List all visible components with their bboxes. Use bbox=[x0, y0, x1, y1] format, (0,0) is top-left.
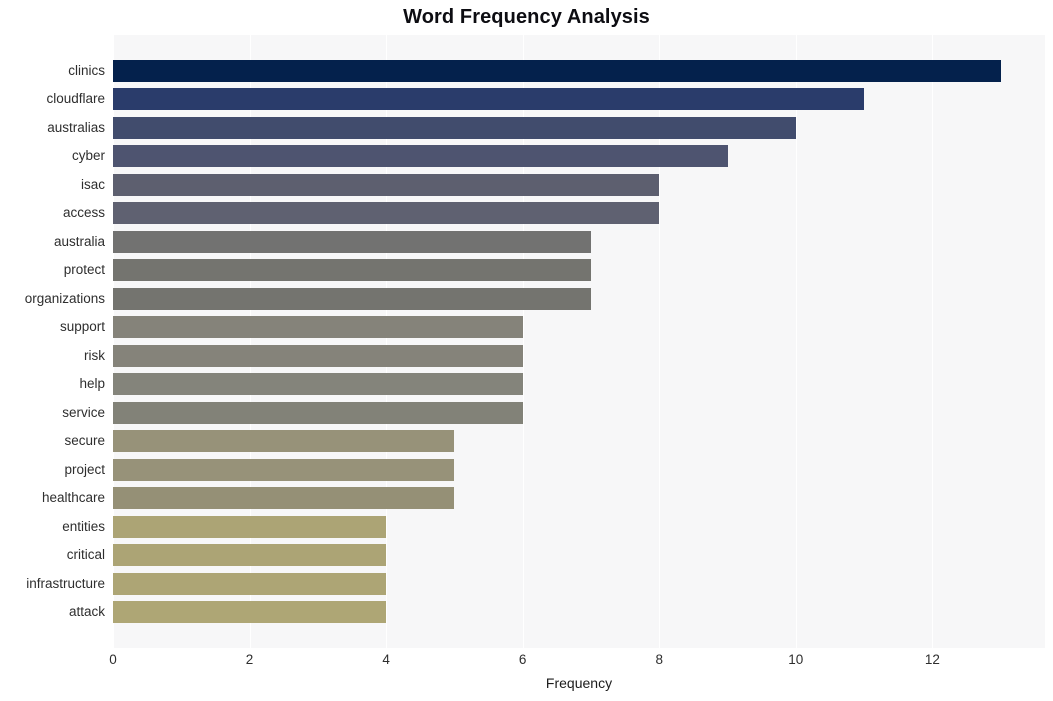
bar-row bbox=[113, 427, 1045, 456]
y-tick-label-project: project bbox=[64, 461, 105, 477]
bar-row bbox=[113, 513, 1045, 542]
x-tick-label-10: 10 bbox=[788, 652, 804, 667]
y-tick-label-cloudflare: cloudflare bbox=[46, 91, 105, 107]
y-tick-label-secure: secure bbox=[64, 433, 105, 449]
bar-service bbox=[113, 401, 523, 424]
bars-layer bbox=[113, 35, 1045, 648]
bar-infrastructure bbox=[113, 572, 387, 595]
bar-row bbox=[113, 199, 1045, 228]
bar-row bbox=[113, 541, 1045, 570]
y-axis-tick-labels: clinics cloudflare australias cyber isac acce… bbox=[0, 35, 105, 648]
bar-row bbox=[113, 256, 1045, 285]
y-tick-label-access: access bbox=[62, 205, 105, 221]
x-tick-label-12: 12 bbox=[924, 652, 940, 667]
y-tick-label-cyber: cyber bbox=[71, 148, 105, 164]
y-tick-label-help: help bbox=[79, 376, 105, 392]
word-frequency-chart: Word Frequency Analysis clinics cloudflar… bbox=[0, 0, 1053, 701]
y-tick-label-australia: australia bbox=[53, 233, 105, 249]
y-tick-label-australias: australias bbox=[47, 119, 105, 135]
bar-clinics bbox=[113, 59, 1001, 82]
bar-australia bbox=[113, 230, 591, 253]
y-tick-label-isac: isac bbox=[80, 176, 105, 192]
bar-access bbox=[113, 202, 660, 225]
x-tick-label-8: 8 bbox=[655, 652, 663, 667]
bar-row bbox=[113, 598, 1045, 627]
bar-help bbox=[113, 373, 523, 396]
y-tick-label-attack: attack bbox=[68, 604, 105, 620]
bar-row bbox=[113, 170, 1045, 199]
bar-row bbox=[113, 399, 1045, 428]
y-tick-label-service: service bbox=[62, 404, 105, 420]
plot-area bbox=[113, 35, 1045, 648]
y-tick-label-support: support bbox=[59, 319, 105, 335]
bar-australias bbox=[113, 116, 796, 139]
bar-row bbox=[113, 342, 1045, 371]
y-tick-label-organizations: organizations bbox=[24, 290, 105, 306]
x-axis-tick-labels: 0 2 4 6 8 10 12 bbox=[109, 652, 1045, 672]
bar-row bbox=[113, 313, 1045, 342]
bar-row bbox=[113, 85, 1045, 114]
bar-cloudflare bbox=[113, 88, 865, 111]
bar-cyber bbox=[113, 145, 728, 168]
bar-row bbox=[113, 284, 1045, 313]
y-tick-label-risk: risk bbox=[84, 347, 105, 363]
bar-row bbox=[113, 484, 1045, 513]
chart-title: Word Frequency Analysis bbox=[403, 6, 650, 28]
x-tick-label-0: 0 bbox=[109, 652, 117, 667]
bar-row bbox=[113, 113, 1045, 142]
y-tick-label-infrastructure: infrastructure bbox=[26, 575, 105, 591]
x-tick-label-6: 6 bbox=[518, 652, 527, 667]
bar-row bbox=[113, 142, 1045, 171]
bar-row bbox=[113, 227, 1045, 256]
x-tick-label-2: 2 bbox=[245, 652, 254, 667]
bar-risk bbox=[113, 344, 523, 367]
bar-entities bbox=[113, 515, 387, 538]
bar-healthcare bbox=[113, 487, 455, 510]
x-tick-label-4: 4 bbox=[382, 652, 390, 667]
bar-critical bbox=[113, 544, 387, 567]
bar-support bbox=[113, 316, 523, 339]
bar-project bbox=[113, 458, 455, 481]
y-tick-label-healthcare: healthcare bbox=[41, 490, 105, 506]
bar-isac bbox=[113, 173, 660, 196]
bar-row bbox=[113, 570, 1045, 599]
bar-secure bbox=[113, 430, 455, 453]
bar-row bbox=[113, 370, 1045, 399]
y-tick-label-entities: entities bbox=[62, 518, 105, 534]
y-tick-label-protect: protect bbox=[63, 262, 105, 278]
bar-row bbox=[113, 56, 1045, 85]
bar-organizations bbox=[113, 287, 591, 310]
y-tick-label-critical: critical bbox=[66, 547, 105, 563]
bar-attack bbox=[113, 601, 387, 624]
x-axis-title: Frequency bbox=[545, 675, 613, 691]
bar-protect bbox=[113, 259, 591, 282]
y-tick-label-clinics: clinics bbox=[68, 62, 105, 78]
bar-row bbox=[113, 456, 1045, 485]
